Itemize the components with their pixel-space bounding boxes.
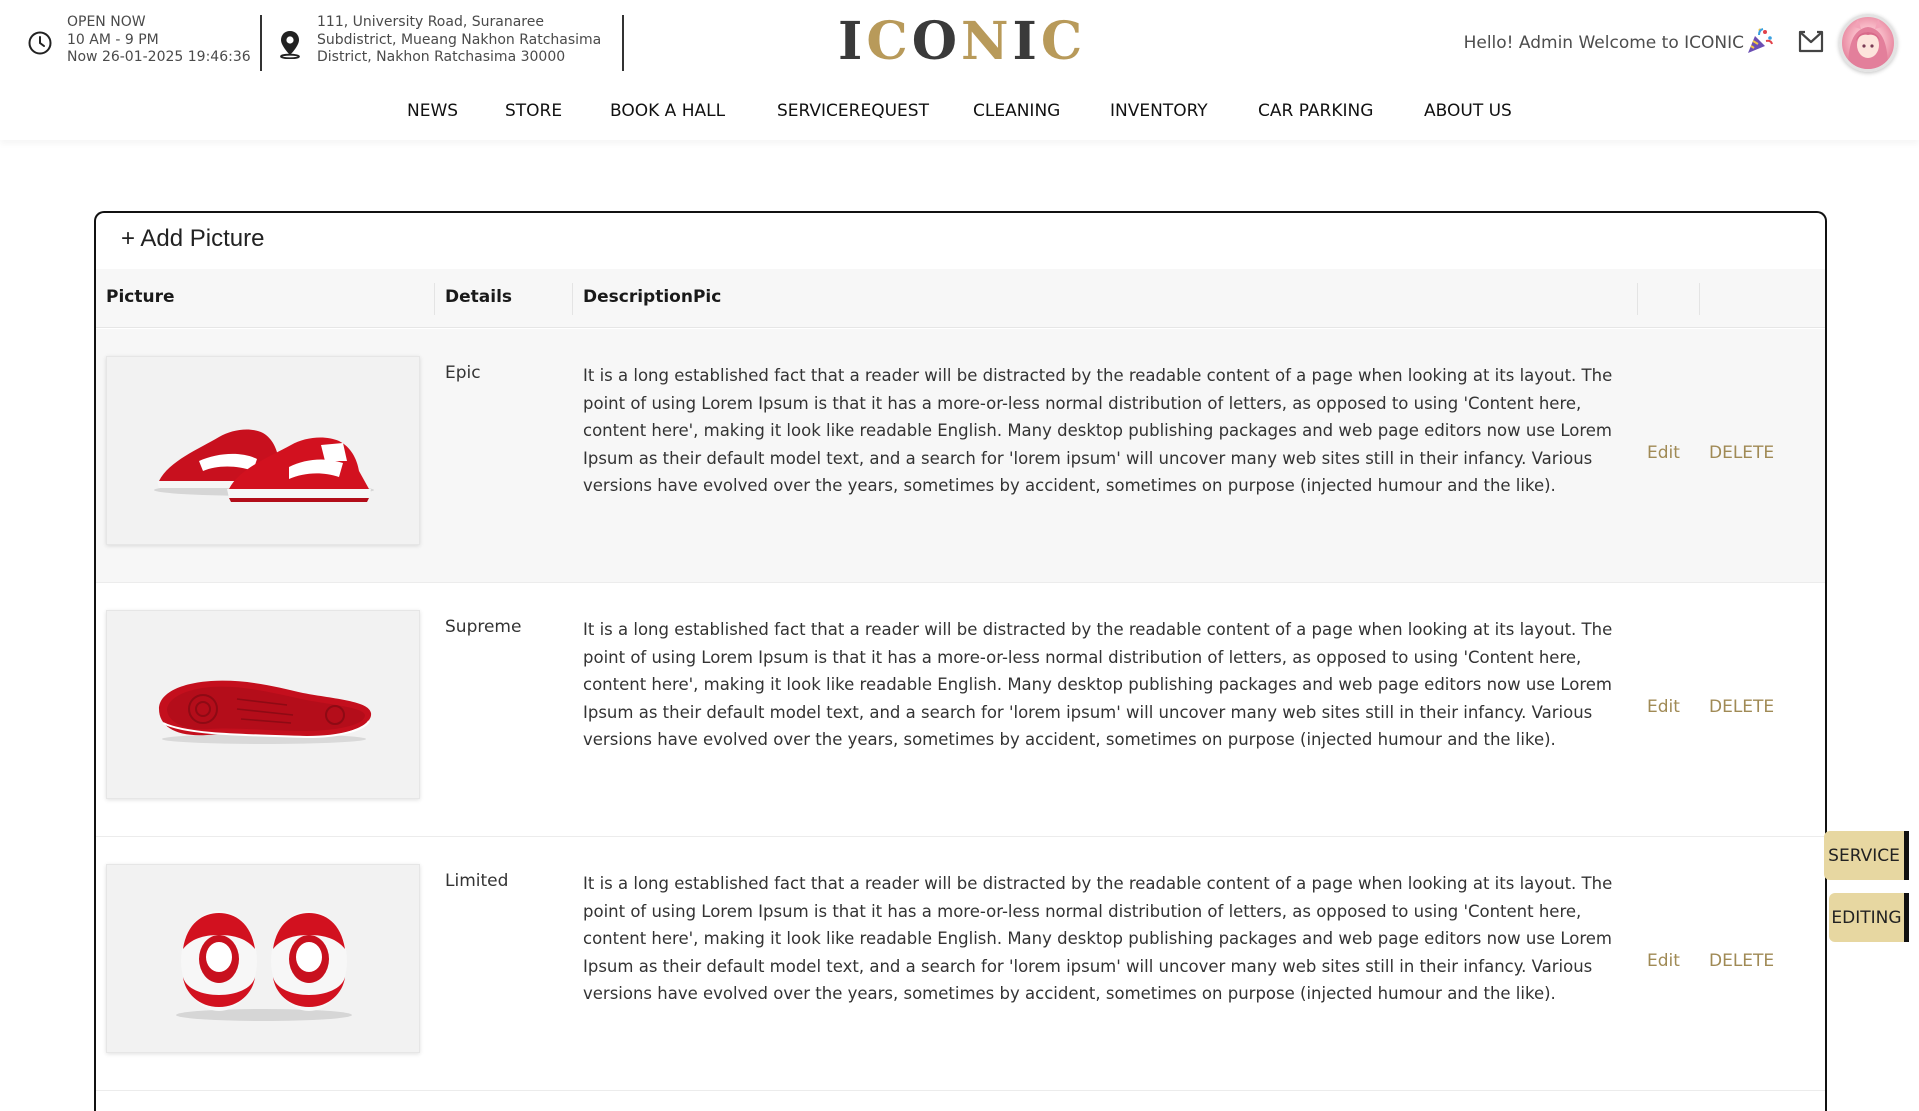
picture-details: Epic bbox=[445, 363, 481, 383]
delete-button[interactable]: DELETE bbox=[1709, 443, 1774, 463]
party-popper-icon bbox=[1745, 26, 1775, 60]
opening-time: 10 AM - 9 PM bbox=[67, 31, 159, 48]
column-header-details: Details bbox=[445, 287, 513, 307]
picture-details: Supreme bbox=[445, 617, 522, 637]
address-line-3: District, Nakhon Ratchasima 30000 bbox=[317, 49, 566, 65]
current-datetime: Now 26-01-2025 19:46:36 bbox=[67, 49, 251, 65]
picture-description: It is a long established fact that a rea… bbox=[583, 874, 1613, 1003]
main-navigation: NEWS STORE BOOK A HALL SERVICEREQUEST CL… bbox=[0, 90, 1919, 140]
edit-button[interactable]: Edit bbox=[1647, 951, 1680, 971]
clock-icon bbox=[27, 30, 53, 60]
nav-store[interactable]: STORE bbox=[505, 101, 562, 121]
table-header: Picture Details DescriptionPic bbox=[96, 269, 1825, 328]
nav-news[interactable]: NEWS bbox=[407, 101, 458, 121]
column-divider bbox=[572, 283, 573, 315]
welcome-greeting: Hello! Admin Welcome to ICONIC bbox=[1463, 33, 1744, 53]
mail-icon[interactable] bbox=[1796, 29, 1826, 59]
picture-thumbnail[interactable] bbox=[106, 864, 420, 1053]
nav-book-a-hall[interactable]: BOOK A HALL bbox=[610, 101, 725, 121]
address-line-1: 111, University Road, Suranaree bbox=[317, 14, 544, 30]
nav-about-us[interactable]: ABOUT US bbox=[1424, 101, 1512, 121]
column-divider bbox=[1699, 283, 1700, 315]
column-header-description: DescriptionPic bbox=[583, 287, 722, 307]
address: 111, University Road, Suranaree Subdistr… bbox=[277, 14, 601, 67]
picture-thumbnail[interactable] bbox=[106, 356, 420, 545]
divider bbox=[260, 15, 262, 71]
column-divider bbox=[434, 283, 435, 315]
add-picture-button[interactable]: + Add Picture bbox=[121, 225, 264, 253]
editing-tab[interactable]: EDITING bbox=[1829, 893, 1909, 942]
delete-button[interactable]: DELETE bbox=[1709, 697, 1774, 717]
picture-description: It is a long established fact that a rea… bbox=[583, 620, 1613, 749]
nav-car-parking[interactable]: CAR PARKING bbox=[1258, 101, 1373, 121]
edit-button[interactable]: Edit bbox=[1647, 697, 1680, 717]
avatar[interactable] bbox=[1839, 14, 1897, 72]
top-header: OPEN NOW 10 AM - 9 PM Now 26-01-2025 19:… bbox=[0, 0, 1919, 90]
opening-hours: OPEN NOW 10 AM - 9 PM Now 26-01-2025 19:… bbox=[27, 14, 251, 67]
picture-thumbnail[interactable] bbox=[106, 610, 420, 799]
open-status: OPEN NOW bbox=[67, 14, 146, 30]
delete-button[interactable]: DELETE bbox=[1709, 951, 1774, 971]
table-row: Epic It is a long established fact that … bbox=[96, 329, 1825, 583]
divider bbox=[622, 15, 624, 71]
location-pin-icon bbox=[277, 29, 303, 63]
table-row: Supreme It is a long established fact th… bbox=[96, 583, 1825, 837]
table-row: Limited It is a long established fact th… bbox=[96, 837, 1825, 1091]
edit-button[interactable]: Edit bbox=[1647, 443, 1680, 463]
column-header-picture: Picture bbox=[106, 287, 175, 307]
iconic-logo[interactable]: ICONIC bbox=[838, 14, 1086, 70]
nav-inventory[interactable]: INVENTORY bbox=[1110, 101, 1208, 121]
picture-details: Limited bbox=[445, 871, 509, 891]
nav-cleaning[interactable]: CLEANING bbox=[973, 101, 1060, 121]
picture-management-panel: + Add Picture Picture Details Descriptio… bbox=[94, 211, 1827, 1111]
column-divider bbox=[1637, 283, 1638, 315]
shoe-pair-image bbox=[154, 429, 374, 502]
nav-service-request[interactable]: SERVICEREQUEST bbox=[777, 101, 929, 121]
shoe-sole-image bbox=[159, 680, 372, 744]
baby-shoe-pair-image bbox=[176, 911, 352, 1021]
address-line-2: Subdistrict, Mueang Nakhon Ratchasima bbox=[317, 31, 602, 48]
service-tab[interactable]: SERVICE bbox=[1824, 831, 1909, 880]
picture-description: It is a long established fact that a rea… bbox=[583, 366, 1613, 495]
